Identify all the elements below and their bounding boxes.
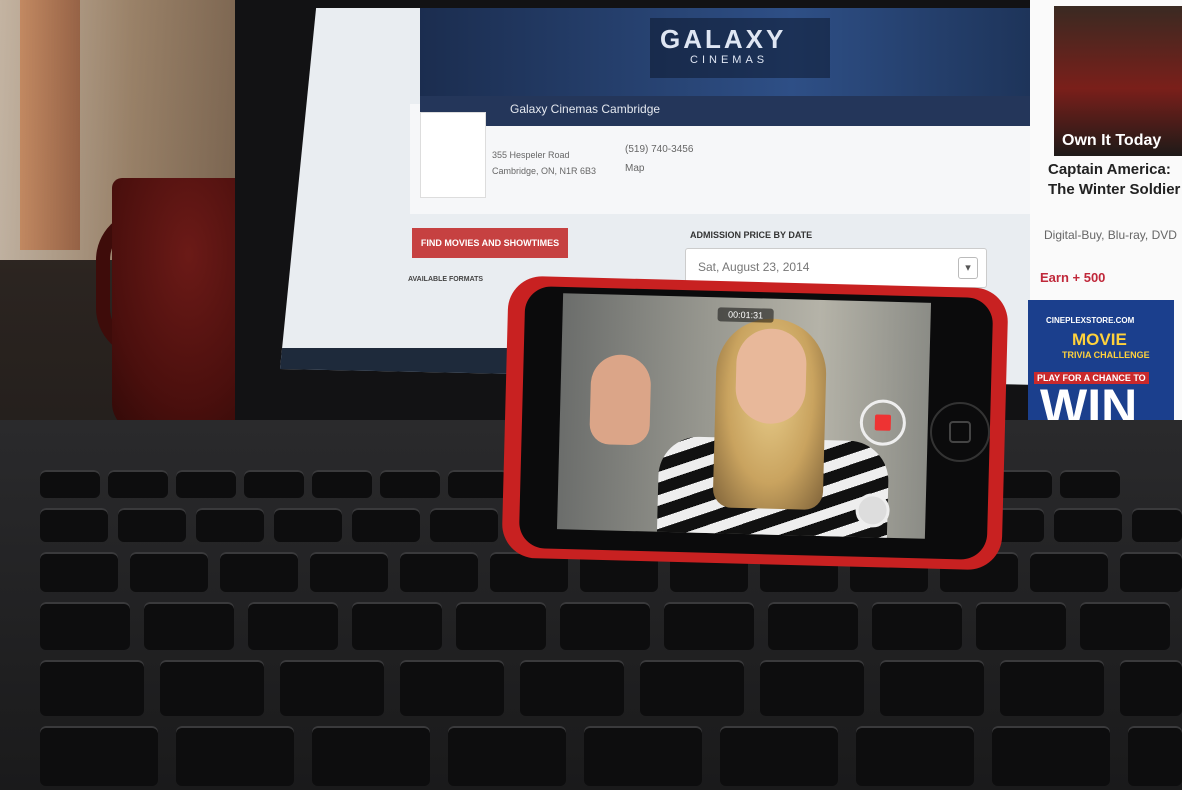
keyboard-key: [400, 660, 504, 716]
keyboard-key: [1030, 552, 1108, 592]
keyboard-key: [760, 660, 864, 716]
keyboard-key: [1060, 470, 1120, 498]
keyboard-key: [1128, 726, 1182, 786]
keyboard-key: [448, 470, 508, 498]
keyboard-key: [352, 602, 442, 650]
keyboard-key: [430, 508, 498, 542]
keyboard-key: [40, 470, 100, 498]
camera-viewfinder: 00:01:31: [556, 293, 932, 539]
keyboard-key: [992, 726, 1110, 786]
keyboard-key: [880, 660, 984, 716]
keyboard-key: [244, 470, 304, 498]
keyboard-key: [248, 602, 338, 650]
stop-icon: [874, 414, 892, 431]
keyboard-key: [144, 602, 234, 650]
keyboard-key: [310, 552, 388, 592]
keyboard-key: [400, 552, 478, 592]
keyboard-key: [456, 602, 546, 650]
keyboard-key: [280, 660, 384, 716]
keyboard-key: [118, 508, 186, 542]
keyboard-key: [380, 470, 440, 498]
keyboard-key: [1080, 602, 1170, 650]
keyboard-key: [312, 726, 430, 786]
keyboard-key: [40, 726, 158, 786]
keyboard-key: [1120, 552, 1182, 592]
keyboard-key: [130, 552, 208, 592]
keyboard-key: [768, 602, 858, 650]
keyboard-key: [976, 602, 1066, 650]
keyboard-key: [584, 726, 702, 786]
keyboard-key: [160, 660, 264, 716]
keyboard-key: [1054, 508, 1122, 542]
keyboard-key: [176, 726, 294, 786]
home-icon: [949, 421, 971, 443]
keyboard-key: [220, 552, 298, 592]
keyboard-key: [856, 726, 974, 786]
keyboard-key: [520, 660, 624, 716]
keyboard-key: [352, 508, 420, 542]
keyboard-key: [640, 660, 744, 716]
keyboard-key: [560, 602, 650, 650]
keyboard-key: [312, 470, 372, 498]
keyboard-key: [196, 508, 264, 542]
recording-timer: 00:01:31: [717, 307, 774, 323]
keyboard-key: [1132, 508, 1182, 542]
keyboard-key: [40, 508, 108, 542]
keyboard-key: [872, 602, 962, 650]
keyboard-key: [40, 660, 144, 716]
home-button[interactable]: [930, 402, 990, 462]
keyboard-key: [274, 508, 342, 542]
keyboard-key: [176, 470, 236, 498]
keyboard-key: [40, 552, 118, 592]
person-face: [734, 327, 808, 425]
keyboard-key: [1120, 660, 1182, 716]
keyboard-key: [40, 602, 130, 650]
keyboard-key: [720, 726, 838, 786]
person-hand: [589, 353, 652, 446]
keyboard-key: [108, 470, 168, 498]
record-button[interactable]: [859, 399, 907, 447]
keyboard-key: [1000, 660, 1104, 716]
keyboard-key: [664, 602, 754, 650]
keyboard-key: [448, 726, 566, 786]
